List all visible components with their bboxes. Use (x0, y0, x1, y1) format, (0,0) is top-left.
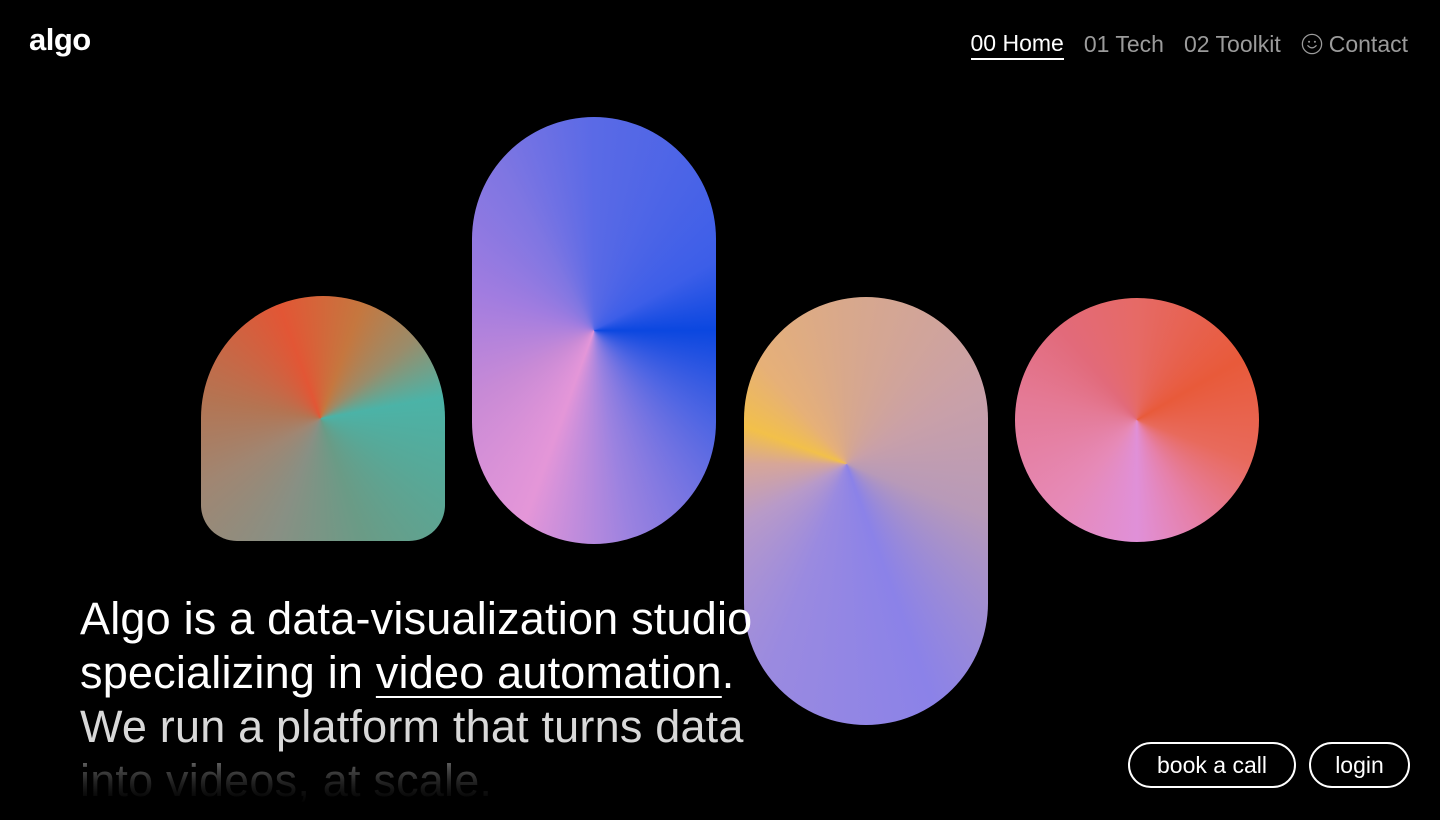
gradient-shape-l (472, 117, 716, 544)
smiley-icon (1301, 33, 1323, 55)
hero-line-4: into videos, at scale. (80, 754, 780, 808)
hero-line-2-suffix: . (721, 647, 735, 698)
book-call-button[interactable]: book a call (1128, 742, 1296, 788)
video-automation-link[interactable]: video automation (376, 647, 722, 698)
gradient-shape-a (201, 296, 445, 541)
hero-line-3: We run a platform that turns data (80, 701, 744, 752)
gradient-shape-o (1015, 298, 1259, 542)
logo[interactable]: algo (29, 24, 91, 55)
login-button[interactable]: login (1309, 742, 1410, 788)
nav-toolkit[interactable]: 02 Toolkit (1184, 31, 1281, 59)
nav-tech[interactable]: 01 Tech (1084, 31, 1164, 59)
nav-home[interactable]: 00 Home (970, 30, 1064, 61)
nav-contact-label: Contact (1328, 31, 1408, 57)
nav-contact[interactable]: Contact (1301, 31, 1408, 59)
hero-line-2: specializing in video automation. (80, 646, 780, 700)
page: algo 00 Home 01 Tech 02 Toolkit Contact … (0, 0, 1440, 820)
hero-headline: Algo is a data-visualization studio spec… (80, 592, 780, 808)
hero-line-1: Algo is a data-visualization studio (80, 593, 753, 644)
main-nav: 00 Home 01 Tech 02 Toolkit Contact (970, 30, 1408, 61)
hero-line-2-prefix: specializing in (80, 647, 376, 698)
gradient-shape-g (744, 297, 988, 725)
